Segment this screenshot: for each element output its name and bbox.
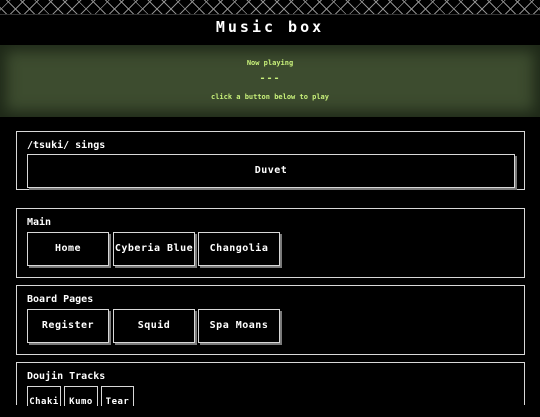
play-kumo-button[interactable]: Kumo [64, 386, 98, 407]
button-label: Cyberia Blue [114, 243, 194, 254]
now-playing-panel: Now playing --- click a button below to … [0, 45, 540, 117]
play-tear-button[interactable]: Tear [101, 386, 134, 407]
button-label: Duvet [254, 165, 288, 176]
decorative-border-strip [0, 0, 540, 15]
page-title: Music box [215, 18, 325, 36]
play-changolia-button[interactable]: Changolia [198, 232, 280, 266]
play-squid-button[interactable]: Squid [113, 309, 195, 343]
section-title: Doujin Tracks [27, 371, 106, 382]
section-doujin-tracks: Doujin Tracks Chaki Kumo Tear [16, 362, 525, 407]
section-title: Board Pages [27, 294, 94, 305]
now-playing-label: Now playing [246, 59, 294, 67]
button-label: Tear [105, 397, 130, 407]
button-label: Spa Moans [209, 320, 269, 331]
play-spa-moans-button[interactable]: Spa Moans [198, 309, 280, 343]
now-playing-track: --- [259, 73, 281, 84]
section-board-pages: Board Pages Register Squid Spa Moans [16, 285, 525, 355]
button-label: Register [41, 320, 95, 331]
button-label: Squid [137, 320, 171, 331]
play-duvet-button[interactable]: Duvet [27, 154, 515, 188]
section-main: Main Home Cyberia Blue Changolia [16, 208, 525, 278]
section-title: /tsuki/ sings [27, 140, 106, 151]
section-title: Main [27, 217, 52, 228]
play-home-button[interactable]: Home [27, 232, 109, 266]
play-cyberia-blue-button[interactable]: Cyberia Blue [113, 232, 195, 266]
button-label: Chaki [29, 397, 59, 407]
play-chaki-button[interactable]: Chaki [27, 386, 61, 407]
section-tsuki-sings: /tsuki/ sings Duvet [16, 131, 525, 190]
now-playing-hint: click a button below to play [210, 93, 329, 101]
button-label: Home [54, 243, 82, 254]
button-label: Kumo [69, 397, 93, 407]
play-register-button[interactable]: Register [27, 309, 109, 343]
button-label: Changolia [209, 243, 269, 254]
